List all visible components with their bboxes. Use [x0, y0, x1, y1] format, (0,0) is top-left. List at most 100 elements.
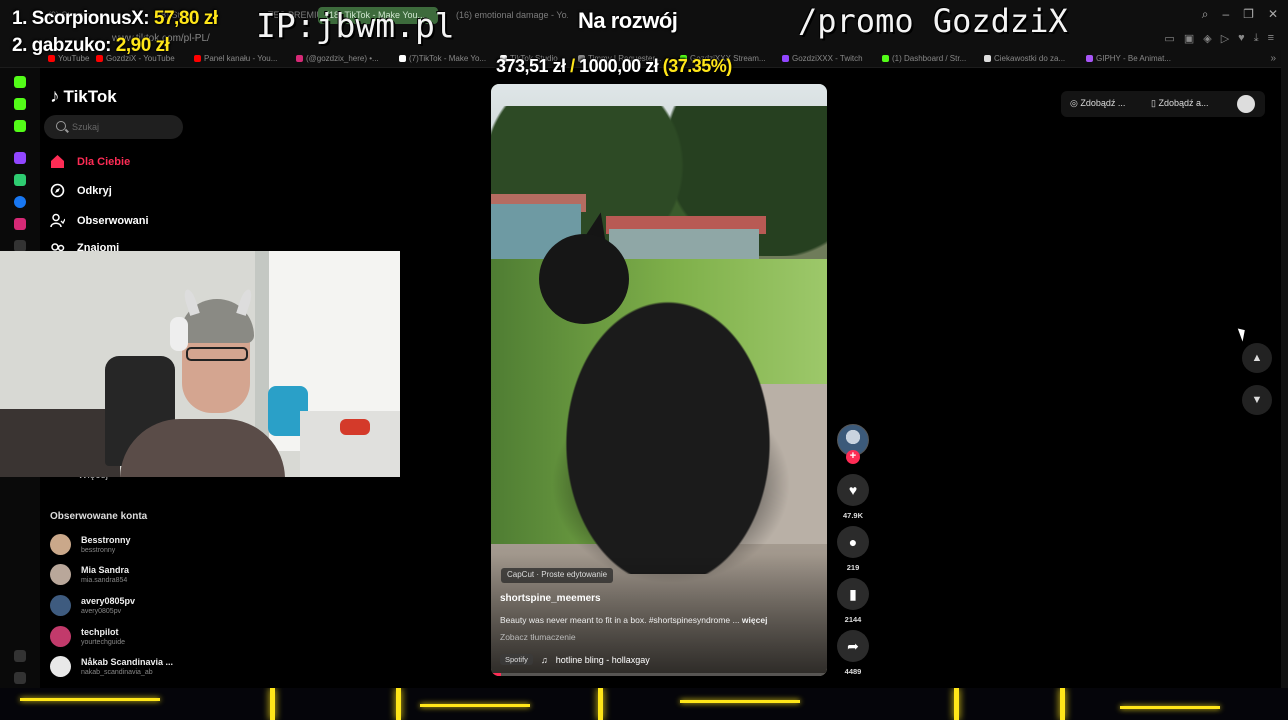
donor-name: 1. ScorpionusX: [12, 8, 150, 29]
nav-for-you[interactable]: Dla Ciebie [50, 154, 130, 169]
get-app-button[interactable]: ▯ Zdobądź a... [1151, 98, 1209, 109]
video-player[interactable]: CapCut · Proste edytowanie shortspine_me… [491, 84, 827, 676]
followed-account[interactable]: Besstronny besstronny [50, 534, 131, 555]
donor-amount: 2,90 zł [115, 35, 170, 56]
more-icon[interactable] [14, 672, 26, 684]
heart-icon[interactable]: ♥ [1238, 32, 1245, 45]
restore-icon[interactable]: ❐ [1243, 7, 1254, 22]
profile-avatar[interactable] [1237, 95, 1255, 113]
bookmark-item[interactable]: GozdziXXX - Twitch [782, 54, 863, 63]
frame-glow [598, 688, 603, 720]
browser-tab[interactable]: (16) emotional damage - Yo... [448, 7, 568, 24]
bookmark-item[interactable]: (1) Dashboard / Str... [882, 54, 966, 63]
coin-icon: ◎ [1070, 98, 1081, 108]
followed-accounts-heading: Obserwowane konta [50, 511, 148, 522]
extension-icon[interactable] [14, 174, 26, 186]
bookmark-icon[interactable]: ▭ [1164, 32, 1174, 45]
get-coins-button[interactable]: ◎ Zdobądź ... [1070, 98, 1125, 109]
bookmark-item[interactable]: Panel kanału - You... [194, 54, 277, 63]
previous-video-button[interactable]: ▲ [1242, 343, 1272, 373]
chevron-down-icon: ▼ [1251, 394, 1263, 406]
followed-account[interactable]: Nåkab Scandinavia ... nakab_scandinavia_a… [50, 656, 173, 677]
follow-plus-icon[interactable]: + [846, 450, 860, 464]
save-button[interactable]: ▮ [837, 578, 869, 610]
nav-following[interactable]: Obserwowani [50, 213, 149, 228]
server-ip-text: IP:jbwm.pl [256, 6, 455, 45]
stream-frame-bottom [0, 688, 1288, 720]
close-icon[interactable]: ✕ [1268, 7, 1278, 22]
bookmark-label: GIPHY - Be Animat... [1096, 54, 1171, 63]
music-title: hotline bling - hollaxgay [555, 654, 650, 665]
account-name: Besstronny [81, 534, 131, 545]
frame-glow [954, 688, 959, 720]
bookmark-label: (1) Dashboard / Str... [892, 54, 967, 63]
search-input[interactable]: Szukaj [44, 115, 183, 139]
capcut-badge[interactable]: CapCut · Proste edytowanie [501, 568, 614, 583]
extension-icon[interactable]: ▣ [1184, 32, 1194, 45]
bookmark-label: Ciekawostki do za... [994, 54, 1066, 63]
frame-glow [680, 700, 800, 703]
followed-account[interactable]: Mia Sandra mia.sandra854 [50, 564, 129, 585]
comment-count: 219 [846, 563, 860, 572]
button-label: Zdobądź ... [1080, 98, 1126, 108]
scrollbar[interactable] [1281, 50, 1288, 690]
followed-account[interactable]: avery0805pv avery0805pv [50, 595, 135, 616]
download-icon[interactable]: ⤓ [1254, 32, 1259, 45]
spotify-badge[interactable]: Spotify [500, 654, 533, 665]
bookmark-item[interactable]: (@gozdzix_here) •... [296, 54, 379, 63]
bookmark-item[interactable]: GIPHY - Be Animat... [1086, 54, 1171, 63]
compass-icon [50, 183, 65, 198]
nav-label: Znajomi [77, 242, 120, 251]
donor-amount: 57,80 zł [153, 8, 218, 29]
minimize-icon[interactable]: – [1222, 7, 1229, 22]
extension-icon[interactable] [14, 650, 26, 662]
extension-icon[interactable] [14, 120, 26, 132]
account-handle: avery0805pv [81, 607, 122, 615]
nav-explore[interactable]: Odkryj [50, 183, 112, 198]
translate-link[interactable]: Zobacz tłumaczenie [500, 632, 576, 642]
extension-icon[interactable] [14, 98, 26, 110]
play-icon[interactable]: ▷ [1221, 32, 1229, 45]
bookmark-item[interactable]: Ciekawostki do za... [984, 54, 1065, 63]
music-info[interactable]: Spotify ♫ hotline bling - hollaxgay [500, 654, 650, 665]
share-button[interactable]: ➦ [837, 630, 869, 662]
nav-friends[interactable]: Znajomi [50, 242, 119, 251]
nav-label: Dla Ciebie [77, 155, 131, 168]
chevron-double-right-icon[interactable]: » [1270, 53, 1276, 64]
account-handle: besstronny [81, 546, 116, 554]
like-button[interactable]: ♥ [837, 474, 869, 506]
heart-icon: ♥ [848, 482, 858, 498]
cat-head [539, 234, 629, 324]
next-video-button[interactable]: ▼ [1242, 385, 1272, 415]
bookmark-label: Panel kanału - You... [204, 54, 278, 63]
kick-icon[interactable] [14, 76, 26, 88]
more-link[interactable]: więcej [742, 615, 768, 625]
share-arrow-icon: ➦ [847, 638, 859, 654]
video-author[interactable]: shortspine_meemers [500, 593, 601, 604]
frame-glow [270, 688, 275, 720]
friends-icon [50, 242, 65, 251]
donor-name: 2. gabzuko: [12, 35, 112, 56]
search-icon[interactable]: ⌕ [1202, 7, 1209, 22]
like-count: 47.9K [842, 511, 863, 520]
comment-button[interactable]: ● [837, 526, 869, 558]
messenger-icon[interactable] [14, 196, 26, 208]
music-note-icon: ♫ [540, 654, 548, 665]
menu-icon[interactable]: ≡ [1268, 32, 1274, 45]
donation-goal: 373,51 zł / 1000,00 zł (37.35%) [496, 56, 732, 77]
bookmark-favicon [399, 55, 406, 62]
followed-account[interactable]: techpilot yourtechguide [50, 626, 125, 647]
account-handle: mia.sandra854 [81, 576, 128, 584]
nav-label: Obserwowani [77, 214, 149, 227]
frame-glow [420, 704, 530, 707]
account-name: Nåkab Scandinavia ... [81, 656, 174, 667]
account-handle: nakab_scandinavia_ab [81, 668, 153, 676]
twitch-icon[interactable] [14, 152, 26, 164]
shield-icon[interactable]: ◈ [1203, 32, 1211, 45]
instagram-icon[interactable] [14, 218, 26, 230]
description-text: Beauty was never meant to fit in a box. … [500, 615, 740, 625]
bookmark-favicon [296, 55, 303, 62]
video-progress-bar[interactable] [491, 673, 827, 676]
bookmark-item[interactable]: (7)TikTok - Make Yo... [399, 54, 486, 63]
tiktok-logo[interactable]: ♪ TikTok [50, 86, 117, 108]
